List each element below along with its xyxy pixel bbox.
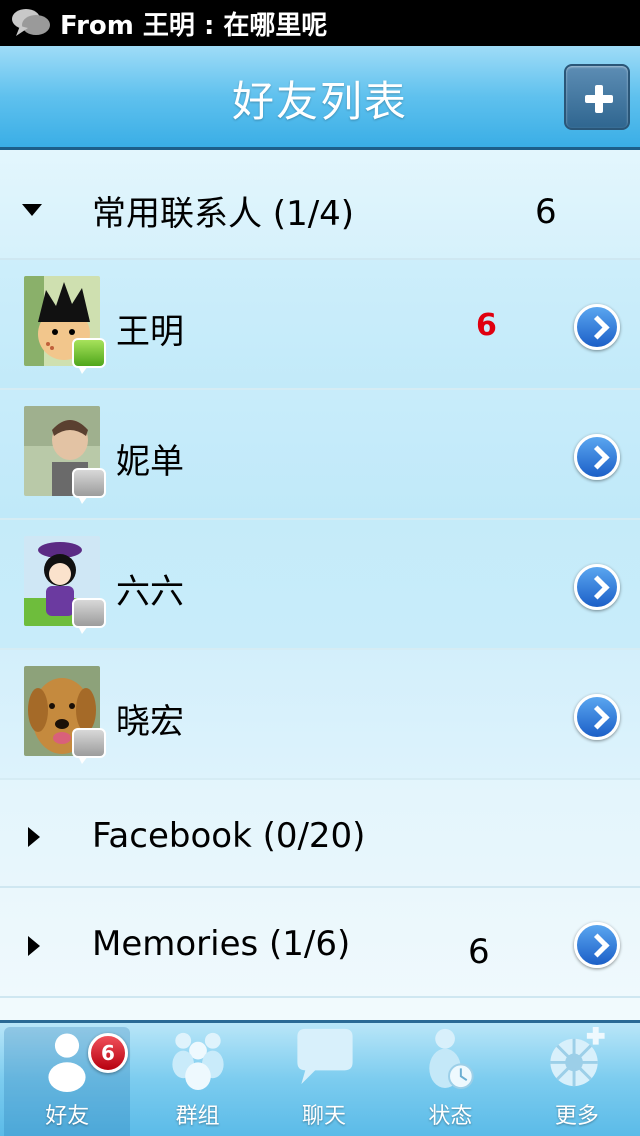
more-wheel-icon: [550, 1026, 605, 1087]
tab-label: 更多: [554, 1104, 599, 1129]
tab-more[interactable]: 更多: [514, 1023, 640, 1136]
status-person-clock-icon: [429, 1028, 475, 1090]
tab-friends[interactable]: 6 好友: [4, 1027, 131, 1136]
friend-row[interactable]: 妮单: [0, 390, 640, 520]
friend-detail-button[interactable]: [574, 564, 620, 610]
friends-badge: 6: [88, 1033, 128, 1073]
collapse-arrow-icon: [28, 827, 40, 847]
tab-label: 群组: [175, 1104, 220, 1129]
group-detail-button[interactable]: [574, 922, 620, 968]
friend-list[interactable]: 常用联系人 (1/4) 6 王明 6 妮单 六六 晓宏 Facebook (0/…: [0, 150, 640, 1020]
offline-status-icon: [72, 598, 106, 634]
page-title: 好友列表: [231, 77, 408, 126]
expand-arrow-icon: [22, 204, 42, 216]
list-end-spacer: [0, 998, 640, 1020]
unread-count: 6: [476, 308, 497, 343]
notification-text[interactable]: From 王明 : 在哪里呢: [60, 5, 327, 42]
friend-name: 晓宏: [116, 702, 184, 742]
status-bar: From 王明 : 在哪里呢: [0, 0, 640, 46]
group-unread-count: 6: [535, 192, 557, 232]
friend-row[interactable]: 王明 6: [0, 260, 640, 390]
friend-row[interactable]: 晓宏: [0, 650, 640, 780]
group-label: 常用联系人 (1/4): [92, 194, 355, 234]
group-label: Memories (1/6): [92, 924, 351, 964]
offline-status-icon: [72, 468, 106, 504]
add-friend-button[interactable]: [564, 64, 630, 130]
chat-bubble-icon: [297, 1028, 353, 1085]
group-row-memories[interactable]: Memories (1/6) 6: [0, 888, 640, 998]
tab-bar: 6 好友 群组 聊天 状态 更多: [0, 1020, 640, 1136]
group-icon: [171, 1032, 224, 1091]
navigation-bar: 好友列表: [0, 46, 640, 150]
friend-name: 妮单: [116, 442, 184, 482]
friend-row[interactable]: 六六: [0, 520, 640, 650]
tab-groups[interactable]: 群组: [134, 1023, 260, 1136]
friend-detail-button[interactable]: [574, 304, 620, 350]
tab-chat[interactable]: 聊天: [261, 1023, 387, 1136]
friend-detail-button[interactable]: [574, 694, 620, 740]
collapse-arrow-icon: [28, 936, 40, 956]
tab-label: 聊天: [302, 1104, 347, 1129]
tab-label: 好友: [45, 1104, 90, 1129]
online-status-icon: [72, 338, 106, 374]
friend-name: 王明: [116, 312, 184, 352]
chat-bubbles-icon: [12, 9, 50, 36]
group-row-facebook[interactable]: Facebook (0/20): [0, 780, 640, 888]
group-row-favorites[interactable]: 常用联系人 (1/4) 6: [0, 150, 640, 260]
tab-status[interactable]: 状态: [387, 1023, 513, 1136]
group-label: Facebook (0/20): [92, 816, 366, 856]
group-unread-count: 6: [468, 932, 490, 972]
offline-status-icon: [72, 728, 106, 764]
friend-name: 六六: [116, 572, 184, 612]
friend-detail-button[interactable]: [574, 434, 620, 480]
tab-label: 状态: [428, 1104, 473, 1129]
